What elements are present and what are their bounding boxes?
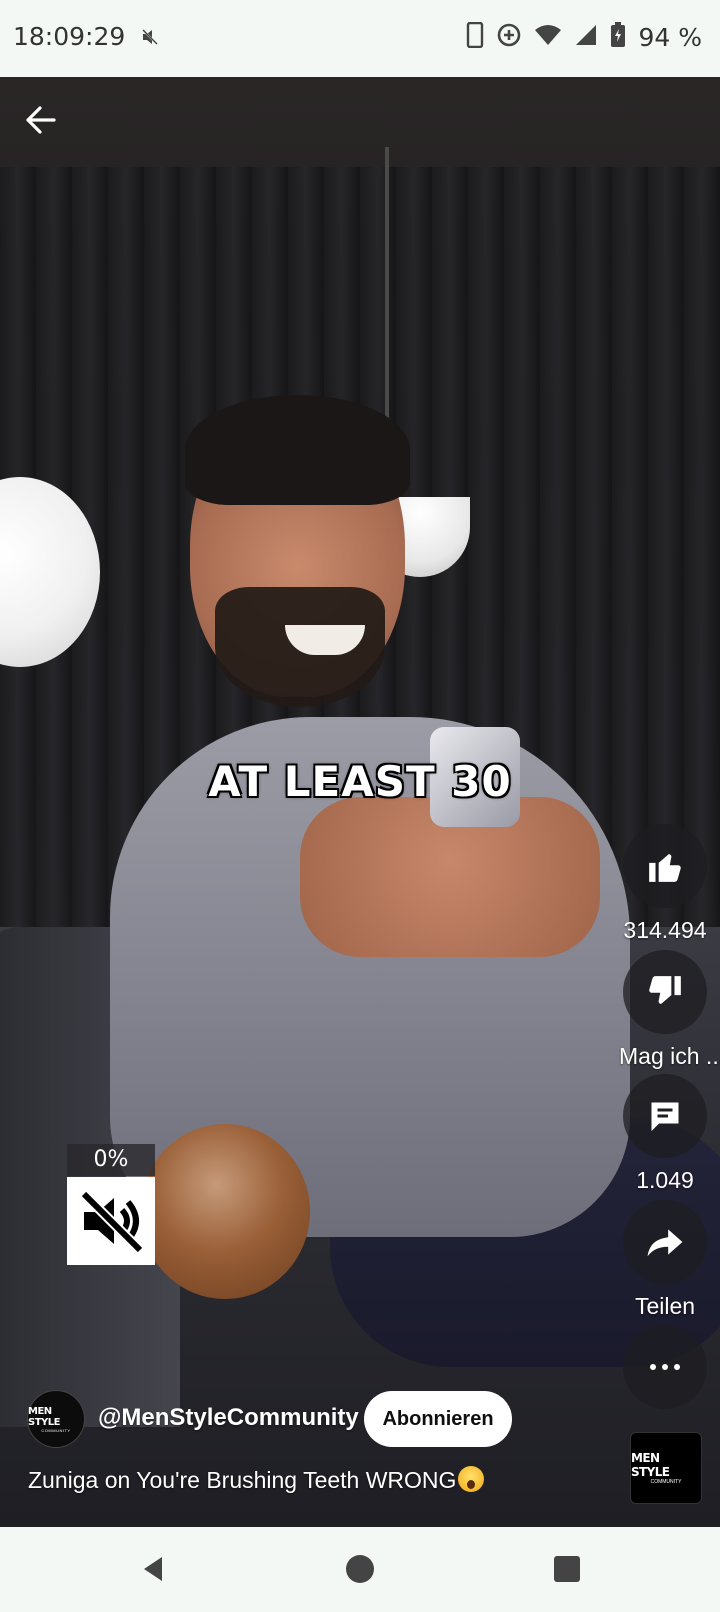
dislike-button[interactable]: [623, 950, 707, 1034]
nav-home-button[interactable]: [340, 1549, 380, 1589]
more-horizontal-icon: [650, 1364, 680, 1370]
channel-handle[interactable]: @MenStyleCommunity: [98, 1404, 359, 1432]
battery-percent: 94 %: [638, 23, 702, 52]
nav-back-icon: [144, 1557, 162, 1581]
nav-home-icon: [346, 1555, 374, 1583]
share-label: Teilen: [634, 1293, 696, 1319]
comment-icon: [651, 1102, 679, 1131]
volume-off-icon: [80, 1190, 144, 1254]
subscribe-button[interactable]: Abonnieren: [364, 1391, 512, 1447]
avatar-logo-text: MEN STYLE: [28, 1405, 60, 1428]
comment-count: 1.049: [636, 1167, 694, 1193]
arrow-left-icon: [26, 106, 56, 134]
sound-thumbnail[interactable]: MEN STYLE COMMUNITY: [630, 1432, 702, 1504]
back-button[interactable]: [20, 99, 62, 141]
battery-icon: [610, 22, 626, 53]
thumbnail-logo-subtext: COMMUNITY: [650, 1479, 682, 1485]
system-nav-bar: [0, 1527, 720, 1612]
leather-ball: [140, 1124, 310, 1299]
thumbs-up-icon: [649, 854, 681, 882]
data-saver-icon: [496, 22, 522, 53]
thumbs-down-icon: [649, 976, 681, 1004]
more-options-button[interactable]: [623, 1325, 707, 1409]
channel-avatar[interactable]: MEN STYLE COMMUNITY: [27, 1390, 85, 1448]
video-title-text: Zuniga on You're Brushing Teeth WRONG: [28, 1467, 457, 1493]
comments-button[interactable]: [623, 1074, 707, 1158]
avatar-logo-subtext: COMMUNITY: [41, 1427, 71, 1433]
video-caption: AT LEAST 30: [208, 757, 512, 806]
phone-icon: [466, 21, 484, 53]
nav-recents-icon: [554, 1556, 580, 1582]
wifi-icon: [534, 23, 562, 52]
dislike-label: Mag ich ...: [619, 1043, 720, 1069]
nav-back-button[interactable]: [133, 1549, 173, 1589]
like-button[interactable]: [623, 824, 707, 908]
thumbnail-logo-text: MEN STYLE: [631, 1451, 670, 1479]
share-button[interactable]: [623, 1200, 707, 1284]
volume-muted-indicator: [67, 1177, 155, 1265]
status-bar: 18:09:29 94 %: [0, 0, 720, 77]
volume-percent: 0%: [67, 1144, 155, 1176]
mute-icon: [140, 27, 160, 52]
signal-icon: [574, 23, 598, 52]
status-time: 18:09:29: [13, 22, 126, 51]
share-icon: [647, 1229, 683, 1257]
video-title[interactable]: Zuniga on You're Brushing Teeth WRONG: [28, 1466, 485, 1494]
scream-emoji-icon: [458, 1466, 485, 1492]
video-player[interactable]: AT LEAST 30 0% 314.494 Mag ich ... 1.049…: [0, 77, 720, 1527]
nav-recents-button[interactable]: [547, 1549, 587, 1589]
like-count: 314.494: [623, 917, 707, 943]
